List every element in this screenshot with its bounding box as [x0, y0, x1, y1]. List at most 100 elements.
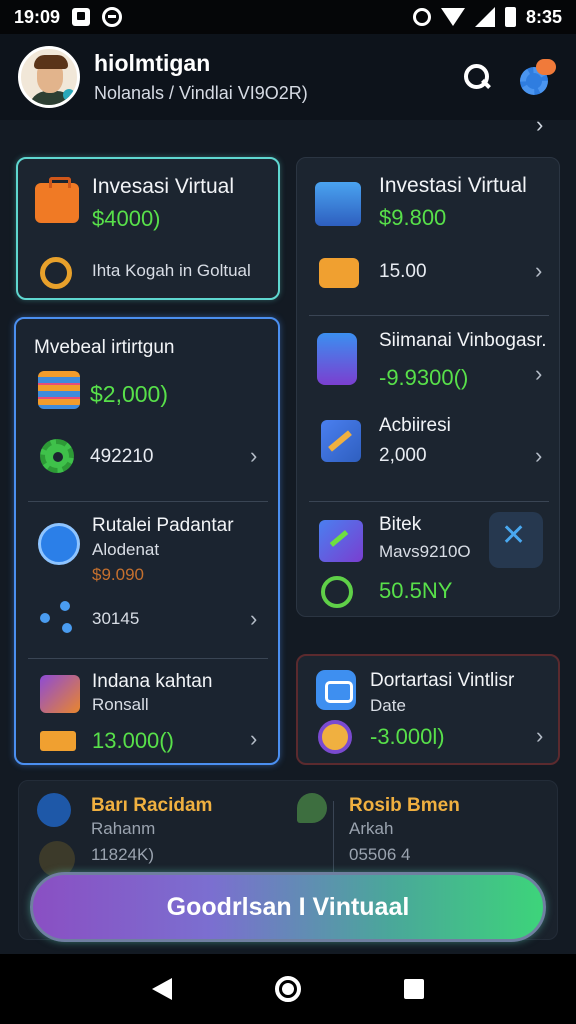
item-amount-row: -9.9300() — [379, 365, 468, 391]
back-icon[interactable] — [151, 978, 172, 1000]
avatar-hair — [34, 55, 68, 69]
user-subtitle: Nolanals / Vindlai VI9O2R) — [94, 83, 308, 103]
left-title-row: Barı Racidam — [91, 795, 212, 817]
item-title: Acbiiresi — [379, 415, 451, 436]
ticket-subtitle: Ronsall — [92, 695, 149, 714]
item-subtitle: Mavs9210O — [379, 542, 471, 561]
card-amount: $9.800 — [379, 205, 447, 230]
card-sub-row: Date — [370, 696, 406, 716]
signal-icon — [474, 7, 495, 27]
home-icon[interactable] — [274, 976, 301, 1002]
avatar[interactable] — [18, 46, 80, 108]
card-subtitle: Date — [370, 696, 406, 715]
gear-icon — [40, 439, 74, 473]
card-amount: $2,000) — [90, 381, 169, 407]
value-row: 30145 — [92, 609, 139, 629]
easel-icon — [315, 182, 361, 226]
target-icon — [40, 257, 72, 289]
item-title-row: Siimanai Vinbogasr. — [379, 330, 547, 352]
divider — [309, 501, 549, 502]
card-header: Mvebeal irtirtgun — [34, 337, 175, 358]
system-nav-bar — [0, 954, 576, 1024]
card-amount: -3.000l) — [370, 724, 445, 749]
avatar-badge — [63, 89, 75, 101]
ticket-title-row: Indana kahtan — [92, 671, 212, 693]
chevron-right-icon[interactable]: › — [250, 443, 257, 469]
battery-icon — [504, 7, 516, 27]
briefcase-icon — [35, 177, 79, 223]
clock-icon — [318, 720, 352, 754]
search-icon[interactable] — [462, 62, 492, 92]
primary-cta-button[interactable]: Goodrlsan I Vintuaal — [30, 872, 546, 942]
item-title-row: Acbiiresi — [379, 415, 451, 437]
value-row: 15.00 — [379, 261, 427, 283]
item-sub-row: Mavs9210O — [379, 542, 471, 562]
chevron-right-icon[interactable]: › — [535, 443, 542, 469]
item-title-row: Bitek — [379, 514, 421, 536]
chevron-right-icon[interactable]: › — [536, 723, 543, 749]
entry-subtitle: Alodenat — [92, 540, 160, 559]
recent-apps-icon[interactable] — [404, 979, 425, 999]
right-sub-row: Arkah — [349, 819, 393, 839]
cta-label: Goodrlsan I Vintuaal — [166, 892, 410, 921]
notification-dot — [536, 59, 556, 75]
left-value: 11824K) — [91, 845, 155, 864]
entry-title: Rutalei Padantar — [92, 515, 234, 536]
tool-icon[interactable] — [489, 512, 543, 568]
ticket-amount: 13.000() — [92, 728, 174, 753]
share-nodes-icon — [40, 601, 76, 633]
app-header: hiolmtigan Nolanals / Vindlai VI9O2R) — [0, 34, 576, 120]
item-amount: -9.9300() — [379, 365, 469, 390]
card-header-row: Mvebeal irtirtgun — [34, 337, 174, 359]
chevron-right-icon[interactable]: › — [535, 361, 542, 387]
leaf-icon — [297, 793, 327, 823]
ticket-icon — [40, 675, 80, 713]
card-amount-row: $2,000) — [90, 381, 168, 408]
stack-icon — [38, 371, 80, 409]
card-label-row: Ihta Kogah in Goltual — [92, 261, 251, 281]
chevron-right-icon[interactable]: › — [250, 606, 257, 632]
chevron-right-icon[interactable]: › — [250, 726, 257, 752]
settings-gear-icon[interactable] — [518, 57, 558, 97]
value-row: 492210 — [90, 446, 153, 468]
notification-icon — [72, 8, 91, 26]
header-actions — [462, 57, 558, 97]
card-investasi-left[interactable]: Invesasi Virtual $4000) Ihta Kogah in Go… — [16, 157, 280, 300]
item-amount-row: 2,000 — [379, 445, 427, 467]
row-value: 30145 — [92, 609, 140, 628]
divider — [309, 315, 549, 316]
node — [40, 613, 50, 623]
card-label: Ihta Kogah in Goltual — [92, 261, 251, 280]
card-investasi-right: Investasi Virtual $9.800 15.00 › Siimana… — [296, 157, 560, 617]
item-title: Bitek — [379, 514, 422, 535]
chevron-right-icon[interactable]: › — [536, 112, 543, 138]
row-value: 15.00 — [379, 261, 427, 282]
right-subtitle: Arkah — [349, 819, 394, 838]
card-portfolio-list: Mvebeal irtirtgun $2,000) 492210 › Rutal… — [14, 317, 280, 765]
item-amount: 50.5NY — [379, 578, 453, 603]
ticket-amount-row: 13.000() — [92, 728, 174, 754]
right-value: 05506 4 — [349, 845, 411, 864]
entry-sub-row: Alodenat — [92, 540, 159, 560]
item-title: Siimanai Vinbogasr. — [379, 330, 547, 351]
entry-title-row: Rutalei Padantar — [92, 515, 234, 537]
sync-icon — [102, 7, 123, 27]
left-value-row: 11824K) — [91, 845, 154, 865]
item-amount-row: 50.5NY — [379, 578, 452, 604]
user-name: hiolmtigan — [94, 50, 211, 76]
chevron-right-icon[interactable]: › — [535, 258, 542, 284]
left-title: Barı Racidam — [91, 795, 213, 816]
entry-amount: $9.090 — [92, 565, 144, 584]
card-title: Dortartasi Vintlisr — [370, 670, 515, 691]
wifi-icon — [440, 8, 465, 26]
calculator-icon — [317, 333, 357, 385]
item-amount: 2,000 — [379, 445, 427, 466]
right-title-row: Rosib Bmen — [349, 795, 460, 817]
divider — [28, 658, 268, 659]
card-title: Investasi Virtual — [379, 174, 527, 197]
card-amount-row: $4000) — [92, 206, 161, 232]
ticket-title: Indana kahtan — [92, 671, 213, 692]
card-deposit[interactable]: Dortartasi Vintlisr Date -3.000l) › — [296, 654, 560, 765]
card-title-row: Dortartasi Vintlisr — [370, 670, 514, 692]
left-sub-row: Rahanm — [91, 819, 155, 839]
